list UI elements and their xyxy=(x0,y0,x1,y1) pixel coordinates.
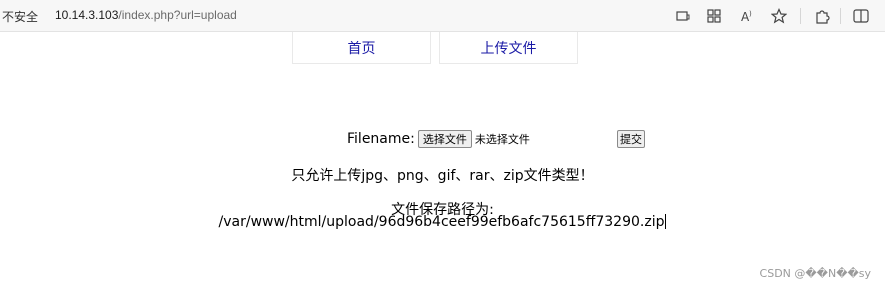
url-field[interactable]: 10.14.3.103/index.php?url=upload xyxy=(55,8,237,22)
url-path: /index.php?url=upload xyxy=(118,8,237,22)
toolbar-divider xyxy=(800,8,801,24)
toolbar-divider xyxy=(840,8,841,24)
choose-file-button[interactable]: 选择文件 xyxy=(417,130,472,148)
filename-label: Filename: xyxy=(347,131,415,147)
split-screen-icon[interactable] xyxy=(851,6,871,26)
text-cursor xyxy=(665,214,667,229)
watermark: CSDN @��N��sy xyxy=(759,267,871,280)
security-indicator[interactable]: 不安全 xyxy=(2,8,38,25)
nav-home-link[interactable]: 首页 xyxy=(292,32,431,64)
reader-icon[interactable] xyxy=(673,6,693,26)
submit-button[interactable]: 提交 xyxy=(617,130,645,148)
allowed-types-message: 只允许上传jpg、png、gif、rar、zip文件类型！ xyxy=(291,168,594,184)
url-host: 10.14.3.103 xyxy=(55,8,119,22)
extensions-icon[interactable] xyxy=(812,6,832,26)
svg-text:): ) xyxy=(749,10,752,18)
apps-icon[interactable] xyxy=(704,6,724,26)
address-bar: 不安全 10.14.3.103/index.php?url=upload A) xyxy=(0,0,885,32)
read-aloud-icon[interactable]: A) xyxy=(738,6,758,26)
favorite-star-icon[interactable] xyxy=(769,6,789,26)
nav-upload-link[interactable]: 上传文件 xyxy=(439,32,578,64)
upload-form: Filename: 选择文件 未选择文件 xyxy=(347,129,530,149)
save-path-text: /var/www/html/upload/96d96b4ceef99efb6af… xyxy=(218,214,665,230)
no-file-chosen-text: 未选择文件 xyxy=(474,133,530,146)
save-path-value: /var/www/html/upload/96d96b4ceef99efb6af… xyxy=(0,214,885,230)
